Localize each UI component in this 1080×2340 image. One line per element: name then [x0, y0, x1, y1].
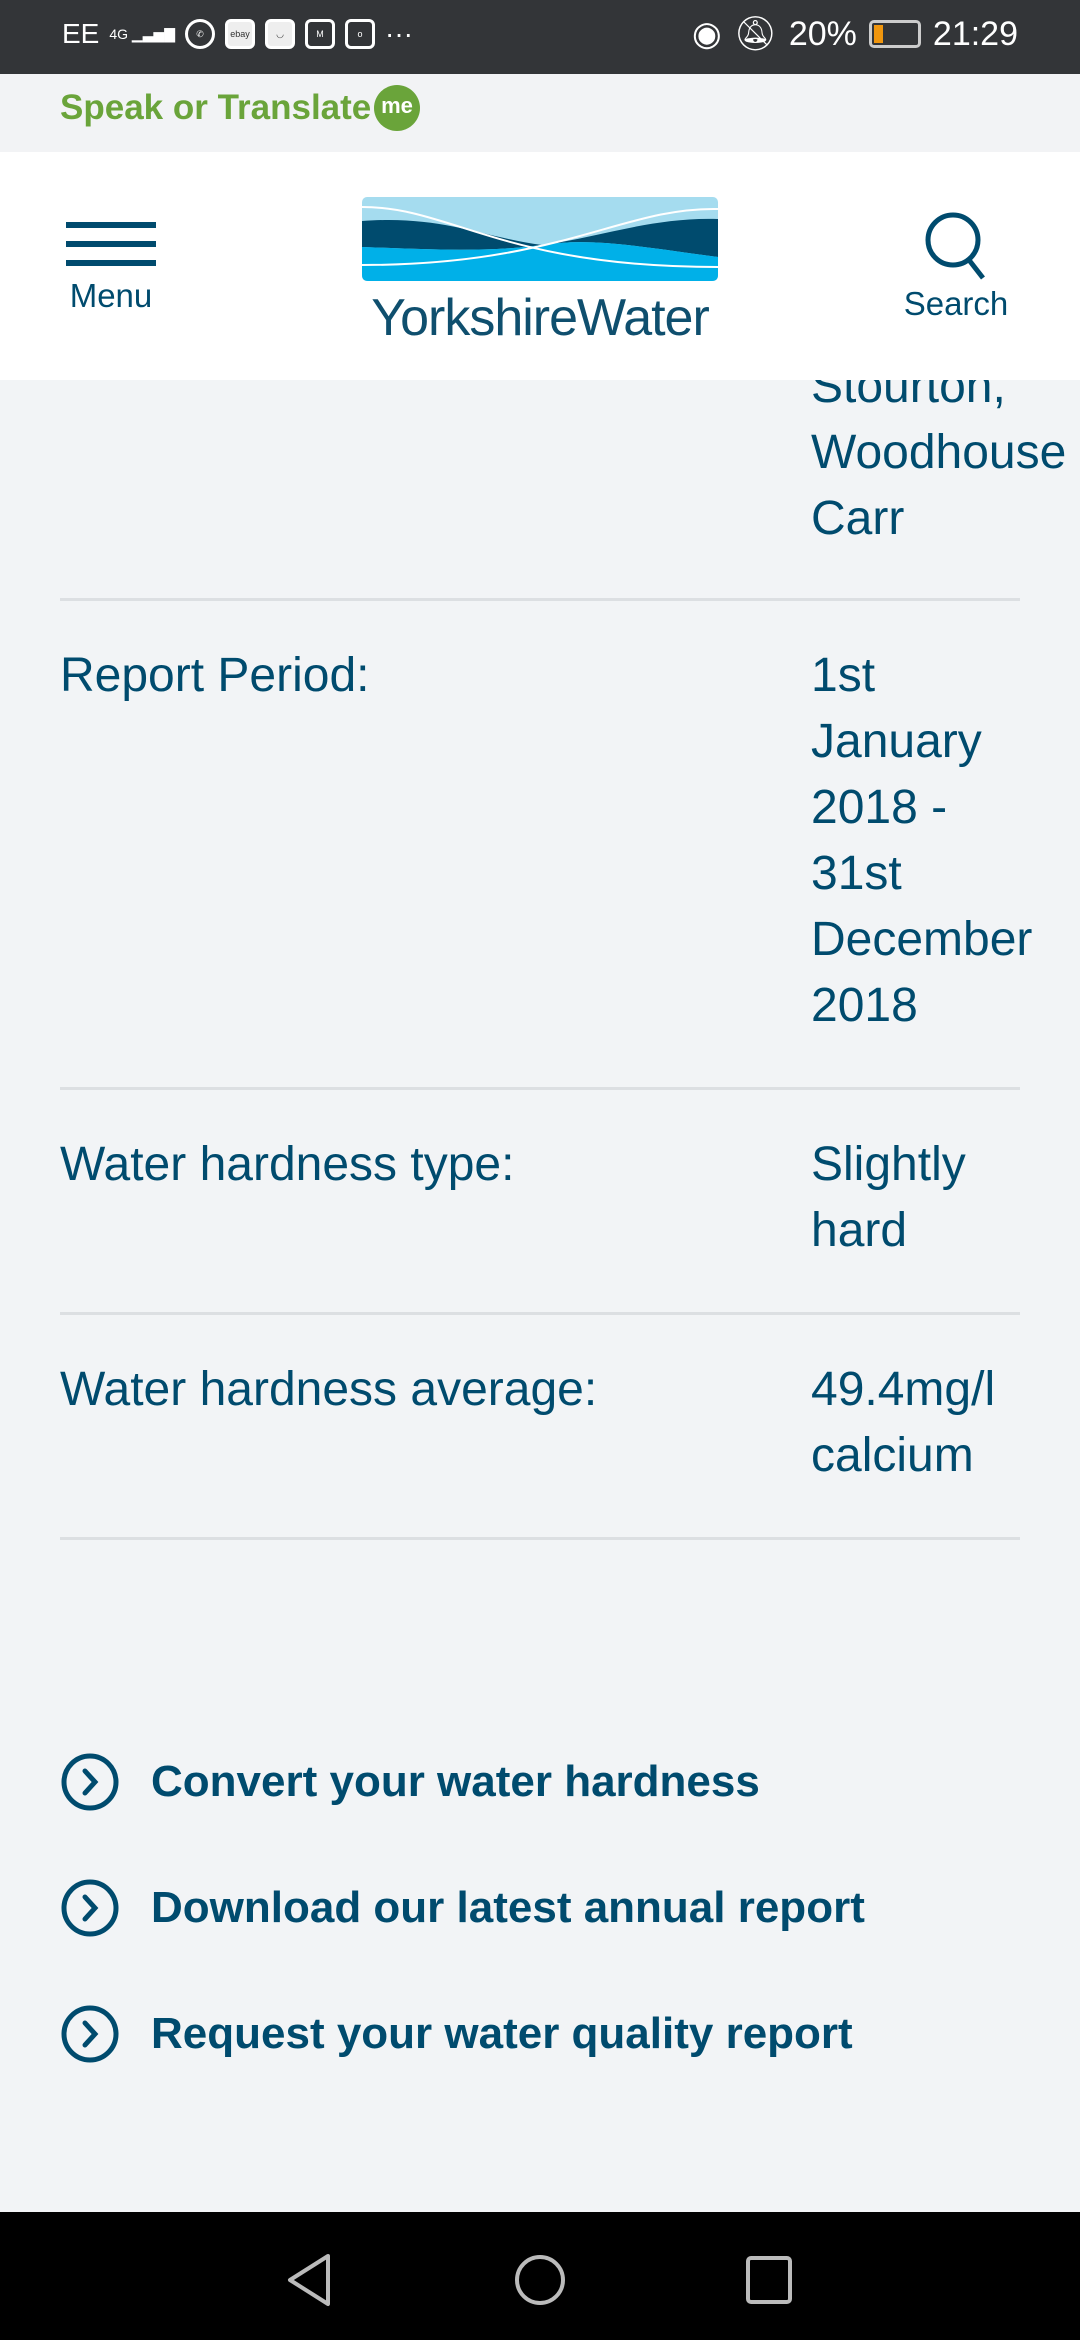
detail-label: Water hardness average:	[60, 1363, 598, 1416]
battery-percent: 20%	[788, 14, 857, 53]
chevron-circle-right-icon	[61, 1753, 119, 1811]
logo[interactable]: YorkshireWater	[361, 197, 719, 348]
battery-icon	[868, 20, 921, 48]
speak-or-translate-bar[interactable]: Speak or Translate me	[0, 74, 1080, 152]
chevron-circle-right-icon	[61, 2005, 119, 2063]
outlook-icon: o	[345, 19, 376, 49]
speech-bubble-icon[interactable]: me	[374, 85, 420, 131]
network-type: 4G	[109, 26, 129, 42]
detail-label: Report Period:	[60, 649, 370, 702]
bell-off-icon: 🔕︎	[733, 15, 777, 53]
detail-row-hardness-average: Water hardness average: 49.4mg/l calcium	[60, 1357, 1020, 1540]
whatsapp-icon: ✆	[185, 19, 216, 49]
detail-label: Water hardness type:	[60, 1138, 515, 1191]
chevron-circle-right-icon	[61, 1879, 119, 1937]
carrier: EE	[62, 18, 100, 49]
search-label: Search	[903, 285, 1009, 322]
convert-hardness-link[interactable]: Convert your water hardness	[60, 1752, 760, 1812]
detail-row-hardness-type: Water hardness type: Slightly hard	[60, 1132, 1020, 1315]
back-icon[interactable]	[284, 2252, 336, 2308]
more-notifications: ···	[385, 18, 413, 49]
menu-button[interactable]: Menu	[60, 222, 162, 315]
link-label[interactable]: Download our latest annual report	[151, 1883, 865, 1933]
signal-icon: 4G ▁▃▅▇	[109, 26, 176, 42]
ebay-icon: ebay	[225, 19, 256, 49]
detail-value: Stourton, Woodhouse Carr	[811, 360, 1067, 545]
link-label[interactable]: Request your water quality report	[151, 2009, 853, 2059]
detail-row-supply-area: Stourton, Woodhouse Carr	[60, 354, 1066, 601]
detail-value: 1st January 2018 - 31st December 2018	[811, 649, 1033, 1032]
logo-text: YorkshireWater	[371, 289, 710, 347]
home-icon[interactable]	[512, 2252, 568, 2308]
link-label[interactable]: Convert your water hardness	[151, 1757, 760, 1807]
gmail-icon: M	[305, 19, 336, 49]
huawei-icon: ◡	[265, 19, 296, 49]
request-quality-report-link[interactable]: Request your water quality report	[60, 2004, 853, 2064]
search-button[interactable]: Search	[896, 210, 1016, 323]
status-bar: EE 4G ▁▃▅▇ ✆ ebay ◡ M o ··· ◉ 🔕︎ 20% 21:…	[0, 0, 1080, 74]
search-icon	[925, 212, 985, 280]
logo-waves-icon	[361, 197, 719, 281]
detail-row-report-period: Report Period: 1st January 2018 - 31st D…	[60, 643, 1032, 1090]
download-annual-report-link[interactable]: Download our latest annual report	[60, 1878, 865, 1938]
clock: 21:29	[932, 14, 1018, 53]
menu-label: Menu	[69, 277, 153, 314]
system-navigation-bar	[0, 2212, 1080, 2340]
hamburger-icon	[60, 222, 162, 266]
recents-icon[interactable]	[744, 2252, 794, 2308]
site-header: Menu YorkshireWater Search	[0, 152, 1080, 380]
detail-value: 49.4mg/l calcium	[811, 1363, 996, 1482]
detail-value: Slightly hard	[811, 1138, 966, 1257]
eye-comfort-icon: ◉	[692, 15, 722, 53]
speak-translate-link[interactable]: Speak or Translate	[60, 88, 371, 128]
